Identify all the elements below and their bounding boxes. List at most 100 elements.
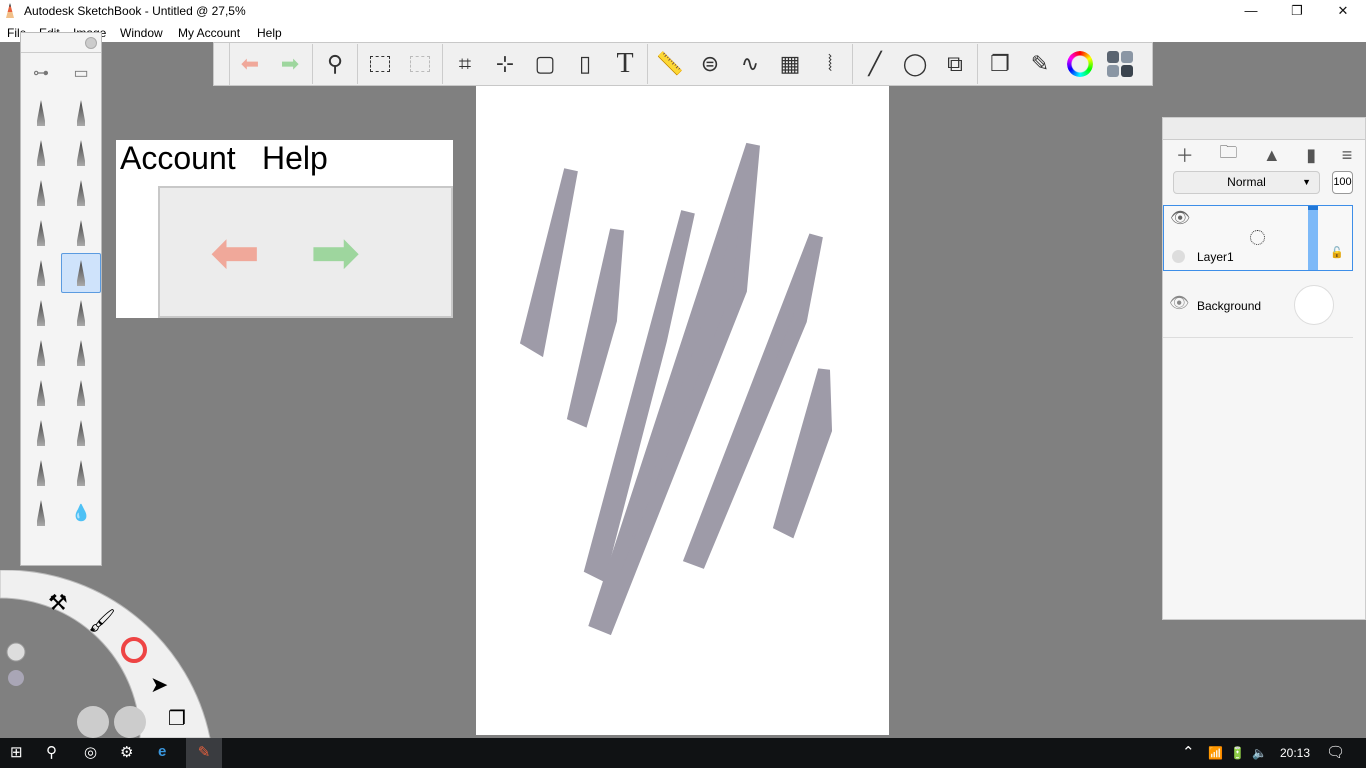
battery-icon[interactable]: 🔋 (1230, 746, 1245, 760)
pencil-icon[interactable] (21, 93, 61, 133)
redo-icon[interactable] (114, 706, 146, 738)
restore-button[interactable]: ❐ (1274, 0, 1320, 22)
airbrush-icon[interactable] (21, 373, 61, 413)
ellipse-guide-icon[interactable]: ⊜ (690, 44, 730, 84)
layers-icon[interactable]: ❐ (168, 708, 186, 730)
brush-icon[interactable]: 🖌 (88, 608, 116, 633)
menu-window[interactable]: Window (120, 26, 163, 40)
pencil-icon[interactable] (21, 173, 61, 213)
select-arrow-icon[interactable]: ➤ (150, 672, 168, 697)
clear-selection-icon[interactable] (400, 44, 440, 84)
pencil-icon[interactable] (61, 133, 101, 173)
symmetry-icon[interactable]: ⦚ (810, 44, 850, 84)
toolbar-grip[interactable] (214, 43, 230, 85)
blend-mode-select[interactable]: Normal ▼ (1173, 171, 1320, 194)
airbrush-icon[interactable] (21, 413, 61, 453)
distort-icon[interactable]: ▢ (525, 44, 565, 84)
menu-my-account[interactable]: My Account (178, 26, 240, 40)
pencil-icon[interactable] (21, 133, 61, 173)
sketchbook-taskbar-icon[interactable]: ✎ (186, 738, 222, 768)
layer-eraser-icon[interactable]: ▮ (1306, 145, 1316, 166)
brush-palette-header[interactable] (21, 33, 101, 53)
taskbar: ⊞ ⚲ ◎ ⚙ e ✎ ⌃ 📶 🔋 🔈 20:13 🗨 (0, 738, 1366, 768)
transform-icon[interactable]: ⊹ (485, 44, 525, 84)
color-wheel-icon[interactable] (1060, 44, 1100, 84)
french-curve-icon[interactable]: ∿ (730, 44, 770, 84)
crop-icon[interactable]: ⌗ (445, 44, 485, 84)
zoom-icon[interactable]: ⚲ (315, 44, 355, 84)
title-bar: Autodesk SketchBook - Untitled @ 27,5% —… (0, 0, 1366, 22)
brush-properties-icon[interactable]: ⊶ (21, 53, 61, 93)
opacity-field[interactable]: 100 (1332, 171, 1353, 194)
tools-icon[interactable]: ⚒ (48, 590, 68, 615)
menu-help[interactable]: Help (257, 26, 282, 40)
current-color-swatch[interactable] (8, 670, 24, 686)
layer-row-layer1[interactable]: 👁 Layer1 🔓 (1163, 205, 1353, 271)
brush-library-icon[interactable]: ▭ (61, 53, 101, 93)
ink-pen-icon[interactable] (61, 173, 101, 213)
select-icon[interactable] (360, 44, 400, 84)
layer-row-background[interactable]: 👁 Background (1163, 271, 1353, 338)
steam-icon[interactable]: ⚙ (120, 743, 133, 761)
line-icon[interactable]: ╱ (855, 44, 895, 84)
palette-close-icon[interactable] (85, 37, 97, 49)
notifications-icon[interactable]: 🗨 (1326, 743, 1345, 761)
blur-icon[interactable]: 💧 (61, 493, 101, 533)
text-icon[interactable]: T (605, 44, 645, 84)
paintbrush-icon[interactable] (21, 293, 61, 333)
chevron-up-icon[interactable]: ⌃ (1182, 743, 1195, 761)
windows-start-icon[interactable]: ⊞ (10, 743, 23, 761)
undo-icon[interactable]: ⬅ (230, 44, 270, 84)
volume-icon[interactable]: 🔈 (1252, 746, 1267, 760)
add-image-icon[interactable]: ▲ (1263, 145, 1281, 166)
eraser-icon[interactable] (61, 453, 101, 493)
ruler-icon[interactable]: 📏 (650, 44, 690, 84)
clock[interactable]: 20:13 (1280, 746, 1310, 760)
layer-editor-header[interactable] (1163, 118, 1365, 140)
layer-radio-icon[interactable] (1172, 250, 1185, 263)
texture-icon[interactable] (21, 453, 61, 493)
brushes-icon[interactable]: ✎ (1020, 44, 1060, 84)
ink-pen-icon[interactable] (21, 213, 61, 253)
redo-icon[interactable]: ➡ (270, 44, 310, 84)
chevron-down-icon: ▼ (1302, 177, 1311, 187)
visibility-eye-icon[interactable]: 👁 (1169, 293, 1189, 313)
visibility-eye-icon[interactable]: 👁 (1170, 208, 1190, 228)
brush-size-icon[interactable] (6, 642, 26, 662)
layer-name: Background (1197, 299, 1262, 313)
fill-icon[interactable]: ▯ (565, 44, 605, 84)
paintbrush-icon[interactable] (61, 293, 101, 333)
fine-pen-icon[interactable] (61, 253, 101, 293)
airbrush-icon[interactable] (61, 413, 101, 453)
window-title: Autodesk SketchBook - Untitled @ 27,5% (24, 4, 246, 18)
close-button[interactable]: ✕ (1320, 0, 1366, 22)
preview-help: Help (262, 140, 328, 176)
marker-icon[interactable] (21, 253, 61, 293)
perspective-icon[interactable]: ▦ (770, 44, 810, 84)
add-group-icon[interactable]: 🗀 (1219, 140, 1237, 170)
lock-icon[interactable]: 🔓 (1330, 246, 1344, 259)
layer-name: Layer1 (1197, 250, 1234, 264)
shape-icon[interactable]: ⧉ (935, 44, 975, 84)
main-toolbar: ⬅ ➡ ⚲ ⌗ ⊹ ▢ ▯ T 📏 ⊜ ∿ ▦ ⦚ ╱ ◯ ⧉ ❐ ✎ (213, 42, 1153, 86)
drawing-canvas[interactable] (476, 86, 889, 735)
marker-icon[interactable] (61, 213, 101, 253)
undo-icon[interactable] (77, 706, 109, 738)
opacity-slider[interactable] (1308, 206, 1318, 270)
eraser-icon[interactable] (21, 493, 61, 533)
pencil-icon[interactable] (61, 93, 101, 133)
background-color-swatch[interactable] (1294, 285, 1334, 325)
minimize-button[interactable]: — (1228, 0, 1274, 22)
flat-brush-icon[interactable] (21, 333, 61, 373)
circle-icon[interactable]: ◯ (895, 44, 935, 84)
cortana-icon[interactable]: ◎ (84, 743, 97, 761)
layer-menu-icon[interactable]: ≡ (1342, 145, 1353, 166)
search-icon[interactable]: ⚲ (46, 743, 57, 761)
copic-library-icon[interactable] (1100, 44, 1140, 84)
add-layer-icon[interactable]: ＋ (1176, 142, 1194, 168)
flat-brush-icon[interactable] (61, 333, 101, 373)
layers-icon[interactable]: ❐ (980, 44, 1020, 84)
edge-icon[interactable]: e (158, 743, 166, 760)
wifi-icon[interactable]: 📶 (1208, 746, 1223, 760)
airbrush-icon[interactable] (61, 373, 101, 413)
